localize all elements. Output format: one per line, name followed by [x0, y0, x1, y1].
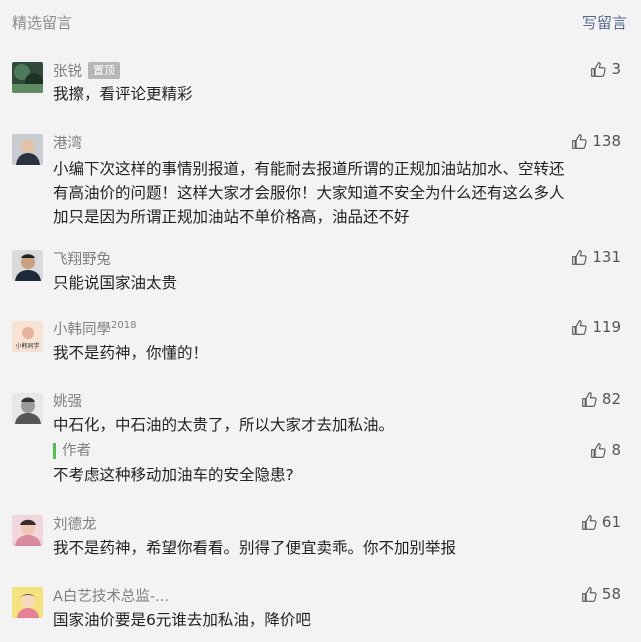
comment-author: 张锐 置顶 [53, 60, 120, 81]
like-button[interactable]: 58 [581, 585, 621, 603]
author-name: 张锐 [53, 64, 82, 80]
comments-header: 精选留言 写留言 [0, 0, 641, 44]
like-button[interactable]: 3 [590, 60, 621, 78]
avatar[interactable] [12, 134, 43, 165]
avatar-image-icon [12, 393, 43, 424]
comment-line: 有高油价的问题！这样大家才会服你！大家知道不安全为什么还有这么多人 [53, 184, 565, 202]
author-reply-text: 不考虑这种移动加油车的安全隐患? [53, 466, 294, 484]
comment-item: 刘德龙 61 我不是药神，希望你看看。别得了便宜卖乖。你不加别举报 [0, 508, 641, 558]
comment-item: 张锐 置顶 3 我擦，看评论更精彩 [0, 56, 641, 106]
like-count: 138 [592, 132, 621, 150]
comment-text: 中石化，中石油的太贵了，所以大家才去加私油。 [53, 416, 395, 434]
like-count: 3 [611, 60, 621, 78]
avatar-image-icon [12, 134, 43, 165]
comment-item: 姚强 82 中石化，中石油的太贵了，所以大家才去加私油。 作者 8 不考虑这种移… [0, 385, 641, 485]
avatar[interactable] [12, 62, 43, 93]
avatar[interactable] [12, 393, 43, 424]
avatar-image-icon: 小韩同学 [12, 321, 43, 352]
comment-text: 只能说国家油太贵 [53, 274, 178, 292]
comment-line: 小编下次这样的事情别报道，有能耐去报道所谓的正规加油站加水、空转还 [53, 160, 565, 178]
comment-author: 姚强 [53, 394, 82, 410]
featured-comments-title: 精选留言 [12, 13, 73, 32]
avatar-image-icon [12, 250, 43, 281]
like-count: 119 [592, 318, 621, 336]
avatar-image-icon [12, 515, 43, 546]
like-count: 58 [601, 585, 621, 603]
comment-author: 刘德龙 [53, 517, 97, 533]
author-name: 小韩同學 [53, 322, 111, 338]
comment-text: 我不是药神，你懂的！ [53, 344, 209, 362]
reply-like-button[interactable]: 8 [590, 441, 621, 459]
comment-item: 小韩同学 小韩同學2018 119 我不是药神，你懂的！ [0, 313, 641, 363]
like-button[interactable]: 138 [571, 132, 621, 150]
comment-line: 加只是因为所谓正规加油站不单价格高，油品还不好 [53, 208, 410, 226]
thumbs-up-icon [572, 133, 587, 149]
comment-author: 港湾 [53, 136, 82, 152]
avatar[interactable] [12, 515, 43, 546]
comment-author: A白艺技术总监-... [53, 589, 169, 605]
thumbs-up-icon [572, 319, 587, 335]
like-count: 61 [601, 513, 621, 531]
comment-author: 飞翔野兔 [53, 252, 111, 268]
avatar[interactable]: 小韩同学 [12, 321, 43, 352]
like-count: 82 [601, 390, 621, 408]
thumbs-up-icon [572, 249, 587, 265]
thumbs-up-icon [591, 61, 607, 77]
thumbs-up-icon [582, 586, 597, 602]
like-button[interactable]: 82 [581, 390, 621, 408]
like-button[interactable]: 119 [571, 318, 621, 336]
comment-text: 我擦，看评论更精彩 [53, 85, 193, 103]
thumbs-up-icon [591, 442, 607, 458]
comment-text: 我不是药神，希望你看看。别得了便宜卖乖。你不加别举报 [53, 539, 457, 557]
like-count: 131 [592, 248, 621, 266]
avatar-image-icon [12, 587, 43, 618]
pinned-badge: 置顶 [88, 62, 120, 79]
comment-item: 港湾 138 小编下次这样的事情别报道，有能耐去报道所谓的正规加油站加水、空转还… [0, 126, 641, 226]
comment-text: 国家油价要是6元谁去加私油，降价吧 [53, 611, 311, 629]
like-button[interactable]: 131 [571, 248, 621, 266]
avatar[interactable] [12, 587, 43, 618]
avatar[interactable] [12, 250, 43, 281]
avatar-text: 小韩同学 [15, 342, 39, 350]
author-name-superscript: 2018 [111, 320, 137, 332]
comment-text: 小编下次这样的事情别报道，有能耐去报道所谓的正规加油站加水、空转还 有高油价的问… [53, 157, 618, 229]
thumbs-up-icon [582, 514, 597, 530]
thumbs-up-icon [582, 391, 597, 407]
write-comment-link[interactable]: 写留言 [582, 12, 627, 33]
reply-like-count: 8 [611, 441, 621, 459]
like-button[interactable]: 61 [581, 513, 621, 531]
comment-item: A白艺技术总监-... 58 国家油价要是6元谁去加私油，降价吧 [0, 580, 641, 638]
avatar-image-icon [12, 62, 43, 93]
comment-item: 飞翔野兔 131 只能说国家油太贵 [0, 243, 641, 293]
author-reply-label: 作者 [53, 443, 91, 459]
comment-author: 小韩同學2018 [53, 318, 136, 339]
